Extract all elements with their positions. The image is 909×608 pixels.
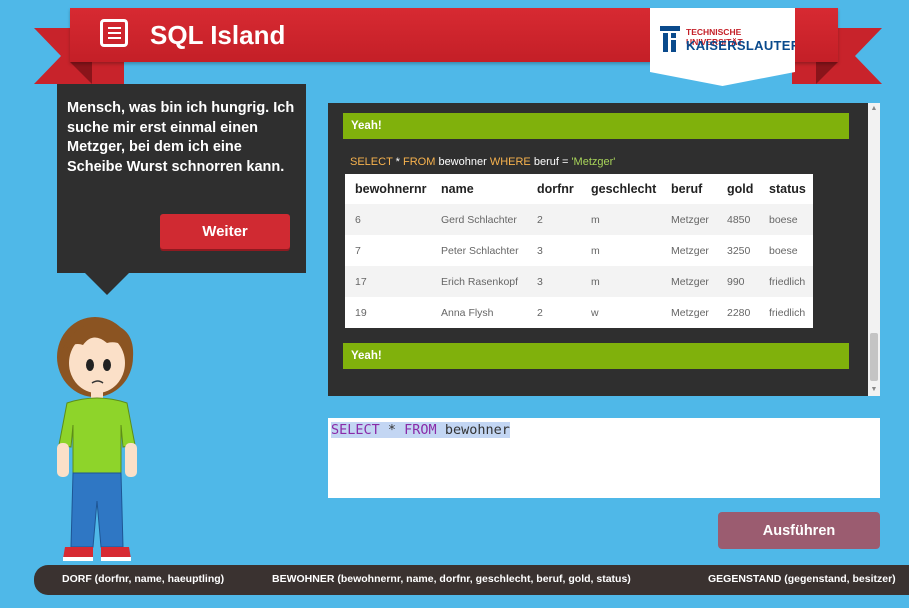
table-cell: Metzger <box>671 213 709 226</box>
table-cell: 6 <box>355 213 361 226</box>
scroll-up-arrow-icon[interactable]: ▲ <box>868 103 880 115</box>
table-cell: boese <box>769 244 798 257</box>
table-cell: 2 <box>537 306 543 319</box>
query-text: * <box>392 156 403 168</box>
editor-text: * <box>379 422 405 438</box>
sql-editor[interactable]: SELECT * FROM bewohner <box>328 418 880 498</box>
table-cell: w <box>591 306 599 319</box>
schema-bar: DORF (dorfnr, name, haeuptling) BEWOHNER… <box>34 565 909 595</box>
table-row: 17 Erich Rasenkopf 3 m Metzger 990 fried… <box>345 266 813 297</box>
table-cell: friedlich <box>769 275 806 288</box>
table-cell: m <box>591 244 600 257</box>
success-banner: Yeah! <box>343 113 849 139</box>
table-cell: 3 <box>537 244 543 257</box>
query-text: bewohner <box>435 156 490 168</box>
table-cell: Metzger <box>671 244 709 257</box>
query-keyword: SELECT <box>350 156 393 168</box>
query-text: beruf = <box>530 156 572 168</box>
table-cell: Peter Schlachter <box>441 244 519 257</box>
table-row: 19 Anna Flysh 2 w Metzger 2280 friedlich <box>345 297 813 328</box>
table-cell: friedlich <box>769 306 806 319</box>
continue-button[interactable]: Weiter <box>160 214 290 249</box>
result-table: bewohnernr name dorfnr geschlecht beruf … <box>345 174 813 328</box>
column-header: geschlecht <box>591 182 657 196</box>
table-cell: 7 <box>355 244 361 257</box>
result-scrollbar[interactable]: ▲ ▼ <box>868 103 880 396</box>
table-row: 7 Peter Schlachter 3 m Metzger 3250 boes… <box>345 235 813 266</box>
scroll-down-arrow-icon[interactable]: ▼ <box>868 384 880 396</box>
execute-button[interactable]: Ausführen <box>718 512 880 549</box>
editor-keyword: FROM <box>404 422 437 438</box>
table-cell: Metzger <box>671 306 709 319</box>
app-title: SQL Island <box>150 20 286 50</box>
table-cell: Metzger <box>671 275 709 288</box>
query-keyword: WHERE <box>489 156 531 168</box>
query-string: 'Metzger' <box>571 156 616 168</box>
success-banner: Yeah! <box>343 343 849 369</box>
table-cell: Erich Rasenkopf <box>441 275 519 288</box>
editor-text: bewohner <box>436 422 510 438</box>
document-list-icon <box>100 19 128 47</box>
table-cell: 3250 <box>727 244 751 257</box>
result-panel[interactable]: Yeah! SELECT * FROM bewohner WHERE beruf… <box>328 103 880 396</box>
editor-selection: SELECT * FROM bewohner <box>331 422 510 438</box>
column-header: bewohnernr <box>355 182 427 196</box>
table-cell: 17 <box>355 275 367 288</box>
table-cell: boese <box>769 213 798 226</box>
editor-keyword: SELECT <box>331 422 380 438</box>
table-cell: 3 <box>537 275 543 288</box>
table-cell: Gerd Schlachter <box>441 213 517 226</box>
scroll-thumb[interactable] <box>870 333 878 381</box>
editor-line: SELECT * FROM bewohner <box>331 422 877 438</box>
column-header: status <box>769 182 806 196</box>
table-cell: 2 <box>537 213 543 226</box>
schema-table-bewohner: BEWOHNER (bewohnernr, name, dorfnr, gesc… <box>272 573 631 585</box>
table-cell: m <box>591 213 600 226</box>
speech-text: Mensch, was bin ich hungrig. Ich suche m… <box>67 100 295 175</box>
schema-table-gegenstand: GEGENSTAND (gegenstand, besitzer) <box>708 573 896 585</box>
table-cell: m <box>591 275 600 288</box>
university-mark-icon <box>660 26 680 52</box>
table-cell: 990 <box>727 275 745 288</box>
table-cell: 4850 <box>727 213 751 226</box>
schema-table-dorf: DORF (dorfnr, name, haeuptling) <box>62 573 225 585</box>
query-keyword: FROM <box>403 156 436 168</box>
column-header: gold <box>727 182 754 196</box>
table-cell: Anna Flysh <box>441 306 494 319</box>
character-illustration <box>57 317 137 561</box>
column-header: name <box>441 182 474 196</box>
table-header-row: bewohnernr name dorfnr geschlecht beruf … <box>345 174 813 204</box>
speech-bubble: Mensch, was bin ich hungrig. Ich suche m… <box>57 84 306 295</box>
university-logo: TECHNISCHE UNIVERSITÄT KAISERSLAUTERN <box>650 8 795 86</box>
column-header: beruf <box>671 182 703 196</box>
table-cell: 19 <box>355 306 367 319</box>
university-name-line2: KAISERSLAUTERN <box>686 38 811 53</box>
column-header: dorfnr <box>537 182 574 196</box>
table-row: 6 Gerd Schlachter 2 m Metzger 4850 boese <box>345 204 813 235</box>
table-cell: 2280 <box>727 306 751 319</box>
executed-query: SELECT * FROM bewohner WHERE beruf = 'Me… <box>350 156 615 168</box>
